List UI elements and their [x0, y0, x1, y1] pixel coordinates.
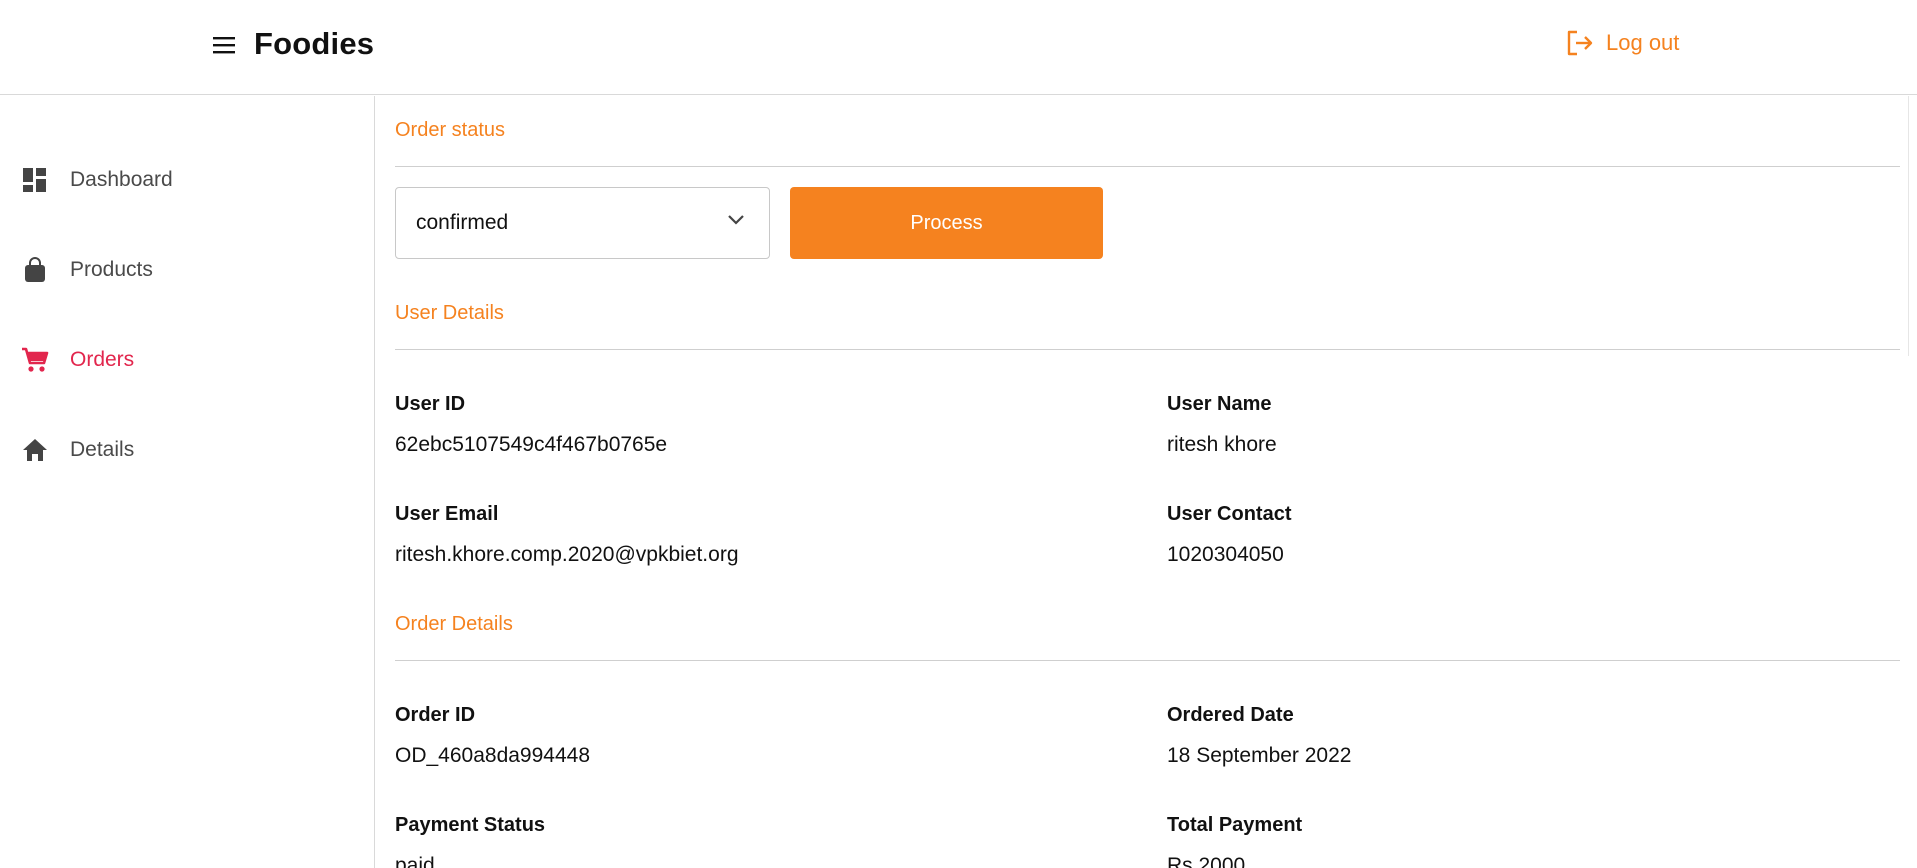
chevron-down-icon [728, 215, 744, 225]
ordered-date-label: Ordered Date [1167, 704, 1294, 726]
dashboard-icon [21, 166, 49, 194]
shopping-bag-icon [21, 256, 49, 284]
scrollbar[interactable] [1908, 96, 1917, 356]
user-name-label: User Name [1167, 393, 1272, 415]
process-button[interactable]: Process [790, 187, 1103, 259]
sidebar-item-label: Dashboard [70, 168, 173, 191]
total-payment-value: Rs 2000 [1167, 854, 1246, 868]
order-status-select[interactable]: confirmed [395, 187, 770, 259]
cart-icon [21, 346, 49, 374]
sidebar-item-dashboard[interactable]: Dashboard [0, 150, 374, 210]
sidebar: Dashboard Products Orders Details [0, 96, 375, 868]
user-contact-label: User Contact [1167, 503, 1292, 525]
divider [395, 349, 1900, 350]
logout-icon [1567, 30, 1593, 56]
divider [395, 166, 1900, 167]
sidebar-item-details[interactable]: Details [0, 420, 374, 480]
user-email-value: ritesh.khore.comp.2020@vpkbiet.org [395, 543, 739, 566]
payment-status-value: paid [395, 854, 435, 868]
user-details-title: User Details [395, 302, 504, 324]
sidebar-item-label: Products [70, 258, 153, 281]
order-id-value: OD_460a8da994448 [395, 744, 591, 767]
menu-icon [213, 37, 235, 54]
user-name-value: ritesh khore [1167, 433, 1277, 456]
hamburger-menu-button[interactable] [210, 32, 240, 58]
divider [395, 660, 1900, 661]
order-detail-panel: Order status confirmed Process User Deta… [395, 96, 1900, 868]
sidebar-item-label: Orders [70, 348, 135, 371]
sidebar-item-orders[interactable]: Orders [0, 330, 374, 390]
total-payment-label: Total Payment [1167, 814, 1303, 836]
payment-status-label: Payment Status [395, 814, 546, 836]
ordered-date-value: 18 September 2022 [1167, 744, 1352, 767]
sidebar-item-label: Details [70, 438, 135, 461]
top-bar: Foodies Log out [0, 0, 1917, 95]
user-id-label: User ID [395, 393, 466, 415]
home-icon [21, 436, 49, 464]
user-contact-value: 1020304050 [1167, 543, 1284, 566]
order-details-title: Order Details [395, 613, 513, 635]
user-id-value: 62ebc5107549c4f467b0765e [395, 433, 668, 456]
order-status-value: confirmed [416, 211, 509, 234]
logout-label: Log out [1606, 30, 1680, 55]
sidebar-item-products[interactable]: Products [0, 240, 374, 300]
order-id-label: Order ID [395, 704, 476, 726]
order-status-title: Order status [395, 119, 506, 141]
logout-button[interactable]: Log out [1566, 30, 1679, 56]
brand-title: Foodies [254, 26, 375, 61]
user-email-label: User Email [395, 503, 499, 525]
